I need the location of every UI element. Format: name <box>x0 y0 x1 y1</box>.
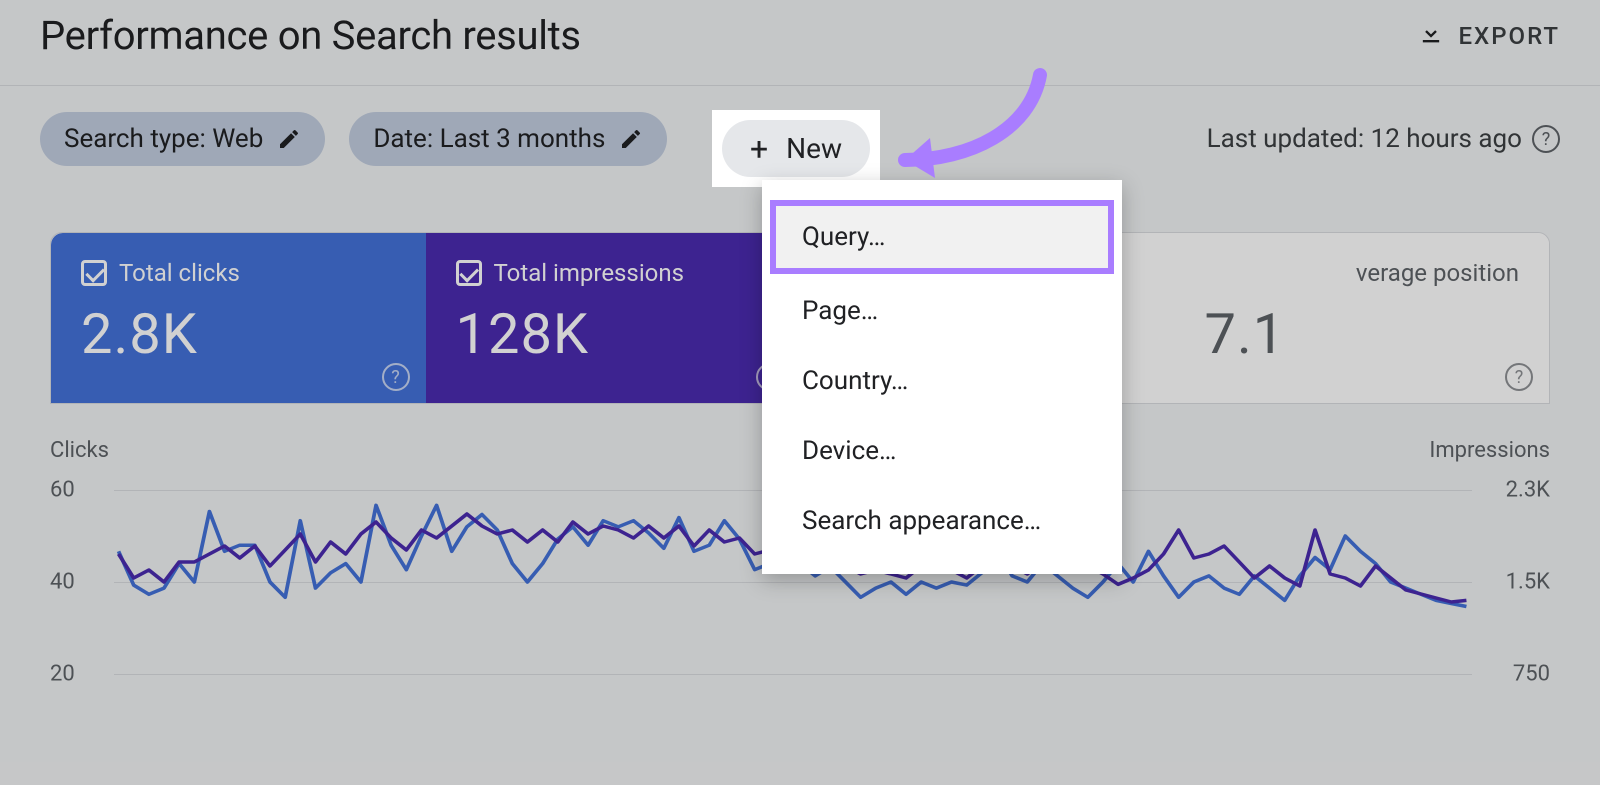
dropdown-item-search-appearance[interactable]: Search appearance… <box>762 486 1122 556</box>
export-label: EXPORT <box>1459 22 1561 50</box>
download-icon <box>1417 19 1445 53</box>
checkbox-icon <box>456 260 482 286</box>
dropdown-item-device[interactable]: Device… <box>762 416 1122 486</box>
page-title: Performance on Search results <box>40 12 581 59</box>
checkbox-icon <box>81 260 107 286</box>
chart-right-axis-title: Impressions <box>1429 438 1550 463</box>
metric-impressions-value: 128K <box>456 301 771 367</box>
metric-position-label: verage position <box>1356 259 1519 287</box>
metric-impressions-label: Total impressions <box>494 259 684 287</box>
metric-total-impressions[interactable]: Total impressions 128K ? <box>426 233 801 403</box>
last-updated-label: Last updated: 12 hours ago <box>1207 124 1522 154</box>
metric-position-value: 7.1 <box>1205 301 1520 367</box>
dropdown-item-page[interactable]: Page… <box>762 276 1122 346</box>
filter-chip-search-type[interactable]: Search type: Web <box>40 112 325 166</box>
dropdown-item-country[interactable]: Country… <box>762 346 1122 416</box>
filter-date-label: Date: Last 3 months <box>373 124 605 154</box>
metric-total-clicks[interactable]: Total clicks 2.8K ? <box>51 233 426 403</box>
metric-clicks-value: 2.8K <box>81 301 396 367</box>
export-button[interactable]: EXPORT <box>1417 19 1561 53</box>
plus-icon: + <box>750 133 768 165</box>
new-filter-button[interactable]: + New <box>722 120 870 177</box>
filter-chip-date[interactable]: Date: Last 3 months <box>349 112 667 166</box>
new-label: New <box>786 132 842 165</box>
help-icon[interactable]: ? <box>1532 125 1560 153</box>
pencil-icon <box>619 127 643 151</box>
new-filter-dropdown: Query…Page…Country…Device…Search appeara… <box>762 180 1122 574</box>
metric-average-position[interactable]: verage position 7.1 ? <box>1175 233 1550 403</box>
metric-clicks-label: Total clicks <box>119 259 240 287</box>
help-icon[interactable]: ? <box>382 363 410 391</box>
help-icon[interactable]: ? <box>1505 363 1533 391</box>
dropdown-item-query[interactable]: Query… <box>772 202 1112 272</box>
pencil-icon <box>277 127 301 151</box>
chart-left-axis-title: Clicks <box>50 438 109 463</box>
filter-search-type-label: Search type: Web <box>64 124 263 154</box>
